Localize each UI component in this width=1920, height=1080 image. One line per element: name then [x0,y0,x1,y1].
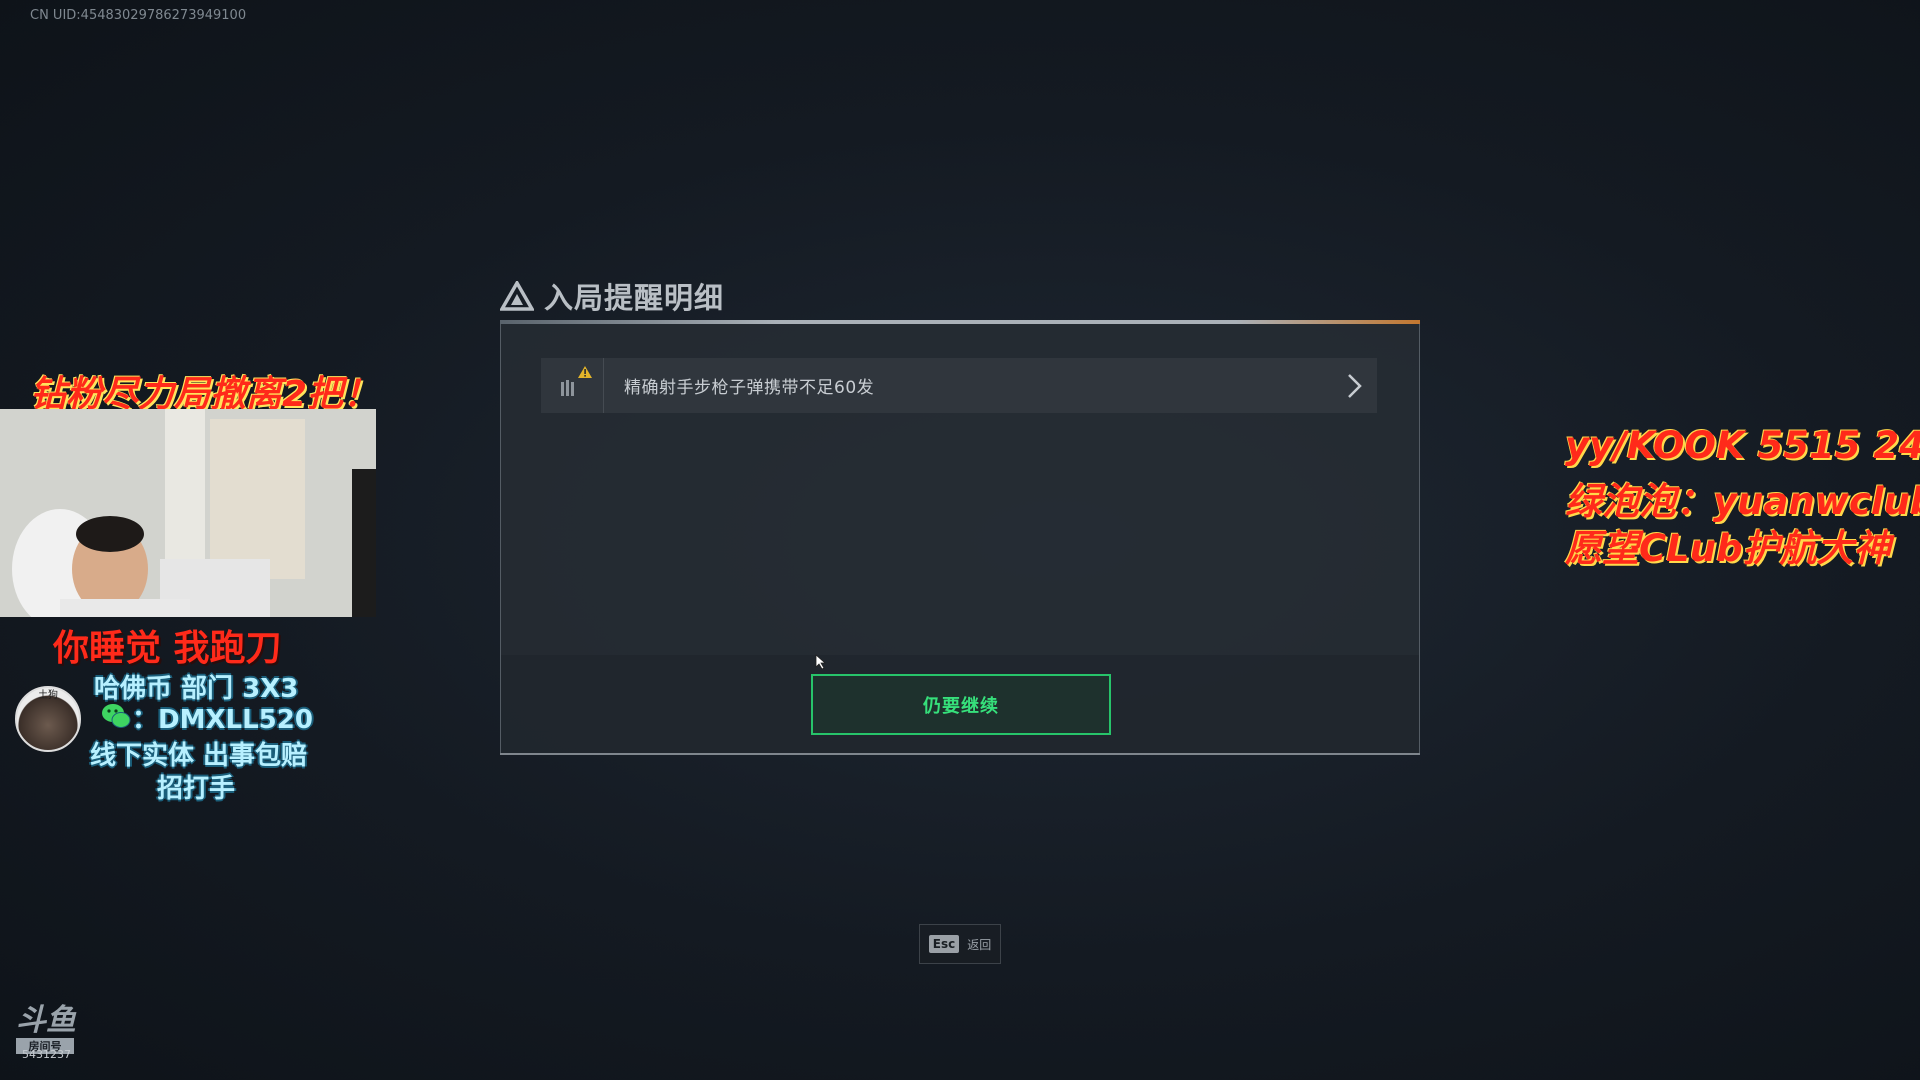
douyu-logo: 斗鱼 房间号 [16,1006,80,1054]
warning-text: 精确射手步枪子弹携带不足60发 [624,378,875,398]
chevron-right-icon[interactable] [1345,372,1365,400]
promo-line-4: 招打手 [157,774,236,804]
room-id: 5431237 [22,1048,71,1061]
douyu-logo-text: 斗鱼 [16,1003,76,1038]
back-label: 返回 [967,937,992,952]
dialog-bottom-divider [500,753,1420,755]
promo-banner-mid: 你睡觉 我跑刀 [53,628,282,669]
wechat-icon [102,704,131,728]
continue-anyway-button[interactable]: 仍要继续 [811,674,1111,735]
dialog-title: 入局提醒明细 [544,281,725,315]
uid-label: CN UID:4548302978627394910​0 [30,8,247,23]
warning-item[interactable]: 精确射手步枪子弹携带不足60发 [541,358,1377,413]
esc-back-button[interactable]: Esc 返回 [919,924,1001,964]
dialog-header: 入局提醒明细 [500,276,724,316]
ammo-icon [541,358,604,413]
promo-line-3: 线下实体 出事包赔 [90,741,308,771]
mouse-cursor-icon [815,654,827,670]
promo-right-1: yy/KOOK 5515 24h [1565,424,1920,467]
avatar-tag: 土狗 [38,690,58,701]
esc-key: Esc [928,935,960,953]
promo-line-2: ：DMXLL520 [132,705,313,735]
promo-right-2: 绿泡泡：yuanwclub [1565,480,1920,523]
warning-triangle-icon [500,281,534,311]
webcam-feed [0,409,376,617]
promo-right-3: 愿望CLub护航大神 [1565,527,1891,570]
continue-label: 仍要继续 [923,695,999,717]
